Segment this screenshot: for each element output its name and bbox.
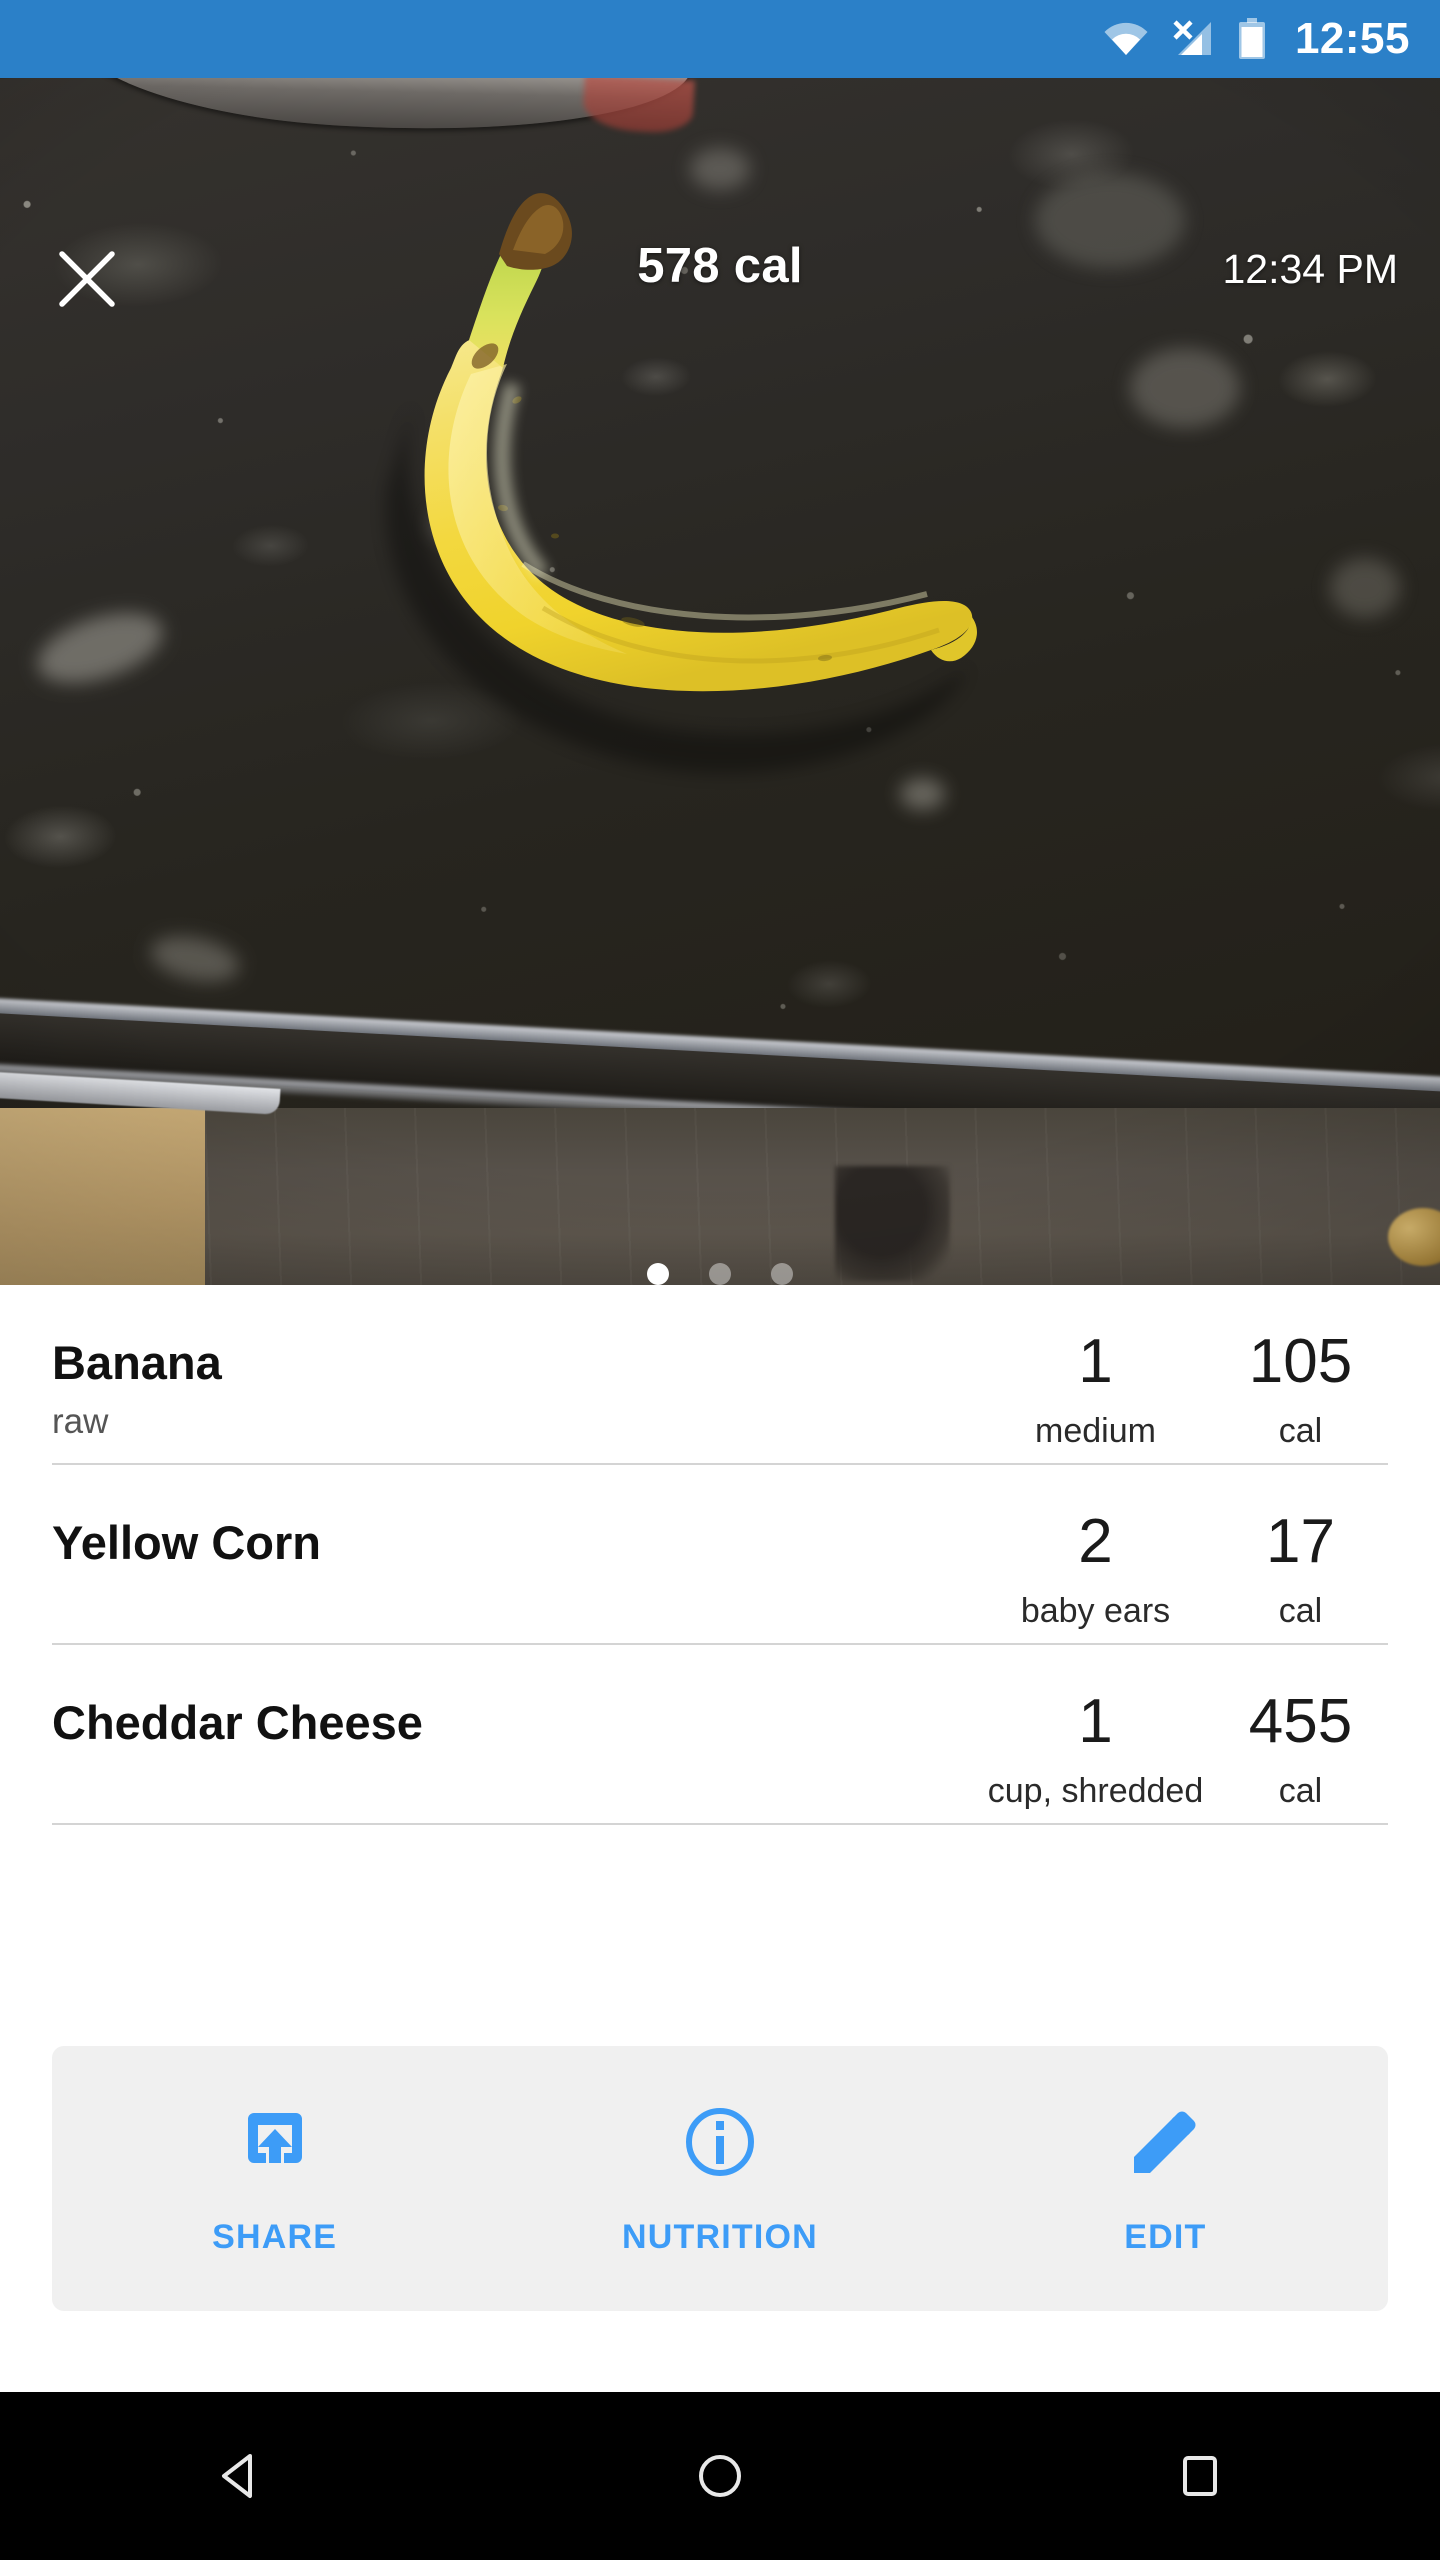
pencil-edit-icon [1123,2100,1207,2184]
nutrition-label: NUTRITION [622,2218,818,2256]
food-info: Yellow Corn [52,1495,978,1583]
page-dot-3[interactable] [771,1263,793,1285]
app-screen: 12:55 578 cal 12:34 PM Banana raw 1 medi… [0,0,1440,2560]
food-name: Cheddar Cheese [52,1696,423,1749]
page-dot-2[interactable] [709,1263,731,1285]
calories-unit: cal [1278,1412,1323,1450]
food-list: Banana raw 1 medium 105 cal Yellow Corn … [0,1285,1440,1825]
wifi-icon [1103,21,1149,57]
table-row[interactable]: Yellow Corn 2 baby ears 17 cal [0,1465,1440,1645]
quantity-unit: baby ears [1020,1592,1171,1630]
row-divider [52,1823,1388,1825]
calories-value: 17 [1266,1507,1335,1576]
page-dot-1[interactable] [647,1263,669,1285]
food-quantity: 1 cup, shredded [978,1675,1213,1811]
food-name: Banana [52,1336,222,1389]
food-calories: 455 cal [1213,1675,1388,1811]
action-bar: SHARE NUTRITION EDIT [52,2046,1388,2311]
meal-timestamp: 12:34 PM [1222,246,1399,292]
food-quantity: 1 medium [978,1315,1213,1451]
calories-unit: cal [1278,1592,1323,1630]
share-label: SHARE [212,2218,338,2256]
cabinet-panel [0,1108,205,1285]
quantity-value: 1 [1078,1687,1113,1756]
food-calories: 17 cal [1213,1495,1388,1631]
home-circle-icon[interactable] [645,2421,795,2531]
android-nav-bar [0,2392,1440,2560]
food-name: Yellow Corn [52,1516,321,1569]
quantity-unit: cup, shredded [987,1772,1204,1810]
table-row[interactable]: Cheddar Cheese 1 cup, shredded 455 cal [0,1645,1440,1825]
table-row[interactable]: Banana raw 1 medium 105 cal [0,1285,1440,1465]
photo-overlay-bar: 578 cal 12:34 PM [0,78,1440,307]
food-calories: 105 cal [1213,1315,1388,1451]
food-quantity: 2 baby ears [978,1495,1213,1631]
battery-icon [1237,18,1267,60]
calories-value: 455 [1248,1687,1353,1756]
share-button[interactable]: SHARE [52,2100,497,2257]
food-info: Cheddar Cheese [52,1675,978,1763]
nutrition-button[interactable]: NUTRITION [497,2100,942,2257]
meal-photo[interactable]: 578 cal 12:34 PM [0,78,1440,1285]
back-triangle-icon[interactable] [165,2421,315,2531]
calories-value: 105 [1248,1327,1353,1396]
cellular-signal-off-icon [1171,20,1215,58]
food-description: raw [52,1401,109,1441]
quantity-value: 2 [1078,1507,1113,1576]
share-launch-icon [233,2100,317,2184]
status-bar-clock: 12:55 [1294,14,1410,63]
status-bar: 12:55 [0,0,1440,78]
photo-page-indicator[interactable] [0,1263,1440,1285]
edit-label: EDIT [1124,2218,1207,2256]
edit-button[interactable]: EDIT [943,2100,1388,2257]
calories-unit: cal [1278,1772,1323,1810]
food-info: Banana raw [52,1315,978,1441]
quantity-value: 1 [1078,1327,1113,1396]
recents-square-icon[interactable] [1125,2421,1275,2531]
under-counter-area [0,1108,1440,1285]
info-circle-icon [678,2100,762,2184]
quantity-unit: medium [1035,1412,1156,1450]
